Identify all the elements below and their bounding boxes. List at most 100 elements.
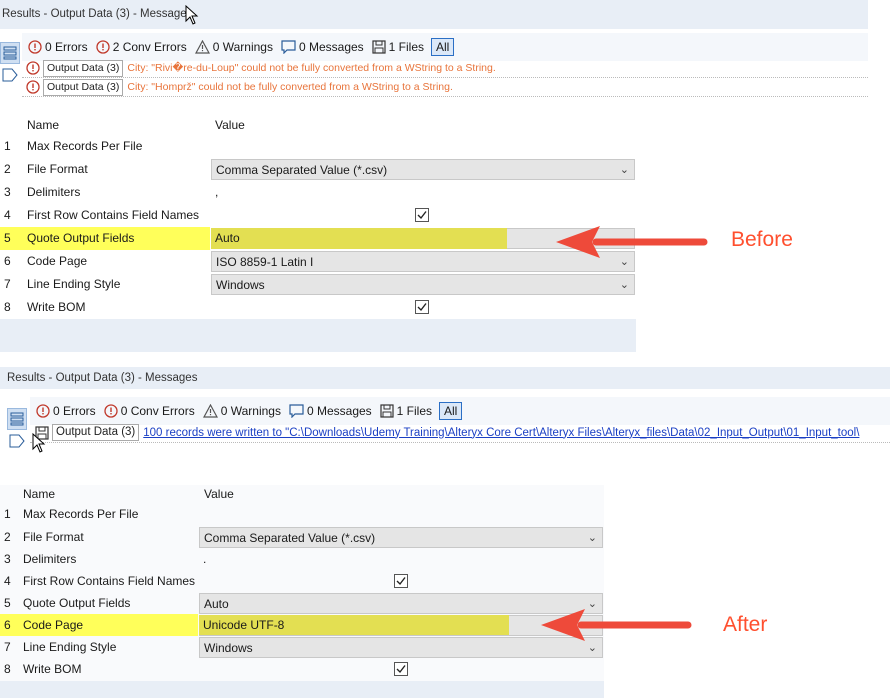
grid-row[interactable]: 1 Max Records Per File [0, 135, 636, 158]
message-row[interactable]: Output Data (3) City: "Rivi�re-du-Loup" … [22, 59, 868, 78]
grid-row[interactable]: 8 Write BOM [0, 658, 604, 680]
checkbox-checked-icon[interactable] [415, 208, 429, 222]
file-format-dropdown[interactable]: Comma Separated Value (*.csv) ⌄ [211, 159, 635, 180]
header-value: Value [204, 487, 234, 501]
files-filter[interactable]: 1 Files [372, 40, 424, 54]
grid-row[interactable]: 2 File Format Comma Separated Value (*.c… [0, 526, 604, 548]
quote-output-value: Auto [215, 231, 240, 245]
grid-row[interactable]: 1 Max Records Per File [0, 503, 604, 525]
conv-errors-filter[interactable]: 2 Conv Errors [96, 40, 187, 54]
messages-filter[interactable]: 0 Messages [281, 40, 364, 54]
checkbox-checked-icon[interactable] [394, 662, 408, 676]
files-filter[interactable]: 1 Files [380, 404, 432, 418]
message-file-link[interactable]: 100 records were written to "C:\Download… [143, 427, 859, 439]
save-file-icon [380, 404, 394, 418]
all-filter-button[interactable]: All [439, 402, 463, 420]
list-view-icon [10, 412, 24, 426]
message-icon [281, 40, 296, 54]
warnings-filter[interactable]: 0 Warnings [194, 40, 273, 54]
error-icon [28, 40, 42, 54]
row-name: File Format [23, 530, 84, 544]
results-title: Results - Output Data (3) - Messages [2, 8, 193, 20]
row-name: Max Records Per File [27, 139, 143, 153]
grid-row[interactable]: 4 First Row Contains Field Names [0, 570, 604, 592]
line-ending-value: Windows [204, 641, 253, 655]
header-value: Value [215, 118, 245, 132]
mouse-cursor-icon [185, 5, 199, 25]
message-tool-name: Output Data (3) [43, 78, 124, 96]
chevron-down-icon: ⌄ [587, 532, 597, 544]
message-row[interactable]: Output Data (3) City: "Homprž" could not… [22, 78, 868, 97]
grid-footer [0, 319, 636, 352]
configuration-view-button[interactable] [7, 430, 27, 452]
all-filter-button[interactable]: All [431, 38, 455, 56]
messages-view-button[interactable] [0, 42, 20, 64]
grid-row[interactable]: 2 File Format Comma Separated Value (*.c… [0, 158, 636, 181]
config-tab-icon [9, 434, 25, 448]
configuration-view-button[interactable] [0, 64, 20, 86]
message-text: City: "Rivi�re-du-Loup" could not be ful… [127, 62, 496, 74]
warnings-label: 0 Warnings [212, 40, 273, 54]
grid-row[interactable]: 5 Quote Output Fields Auto ⌄ [0, 592, 604, 614]
errors-label: 0 Errors [53, 404, 96, 418]
grid-row[interactable]: 7 Line Ending Style Windows ⌄ [0, 636, 604, 658]
row-number: 8 [4, 300, 11, 314]
file-format-dropdown[interactable]: Comma Separated Value (*.csv) ⌄ [199, 527, 603, 548]
conv-errors-label: 0 Conv Errors [120, 404, 195, 418]
grid-row[interactable]: 3 Delimiters . [0, 548, 604, 570]
grid-row[interactable]: 7 Line Ending Style Windows ⌄ [0, 273, 636, 296]
row-name: Line Ending Style [23, 640, 117, 654]
grid-row-highlighted[interactable]: 5 Quote Output Fields Auto [0, 227, 636, 250]
mouse-cursor-icon [32, 433, 46, 453]
side-icon-bar [7, 408, 27, 452]
messages-toolbar-before: 0 Errors 2 Conv Errors 0 Warnings 0 Mess… [22, 33, 868, 61]
error-icon [36, 404, 50, 418]
conv-errors-filter[interactable]: 0 Conv Errors [104, 404, 195, 418]
delimiters-field[interactable]: , [211, 182, 635, 203]
errors-filter[interactable]: 0 Errors [36, 404, 96, 418]
line-ending-value: Windows [216, 278, 265, 292]
messages-view-button[interactable] [7, 408, 27, 430]
row-name: Code Page [23, 618, 84, 632]
message-icon [289, 404, 304, 418]
message-row[interactable]: Output Data (3) 100 records were written… [30, 423, 890, 443]
grid-row-highlighted[interactable]: 6 Code Page Unicode UTF-8 [0, 614, 604, 636]
row-number: 4 [4, 574, 11, 588]
messages-label: 0 Messages [298, 40, 364, 54]
config-grid-after: Name Value 1 Max Records Per File 2 File… [0, 485, 604, 698]
errors-filter[interactable]: 0 Errors [28, 40, 88, 54]
warnings-filter[interactable]: 0 Warnings [202, 404, 281, 418]
row-name: Delimiters [23, 552, 77, 566]
grid-row[interactable]: 8 Write BOM [0, 296, 636, 319]
line-ending-dropdown[interactable]: Windows ⌄ [211, 274, 635, 295]
errors-label: 0 Errors [45, 40, 88, 54]
config-tab-icon [2, 68, 18, 82]
row-number: 1 [4, 507, 11, 521]
row-name: Line Ending Style [27, 277, 121, 291]
delimiters-value: . [203, 552, 207, 566]
code-page-value: ISO 8859-1 Latin I [216, 255, 314, 269]
row-number: 7 [4, 640, 11, 654]
checkbox-checked-icon[interactable] [394, 574, 408, 588]
error-icon [26, 61, 40, 75]
row-number: 2 [4, 530, 11, 544]
row-name: Write BOM [27, 300, 86, 314]
message-text: City: "Homprž" could not be fully conver… [127, 81, 453, 93]
conv-errors-label: 2 Conv Errors [112, 40, 187, 54]
checkbox-checked-icon[interactable] [415, 300, 429, 314]
side-icon-bar [0, 42, 20, 86]
header-name: Name [23, 487, 56, 501]
messages-filter[interactable]: 0 Messages [289, 404, 372, 418]
grid-row[interactable]: 4 First Row Contains Field Names [0, 204, 636, 227]
row-name: Delimiters [27, 185, 81, 199]
conv-error-icon [96, 40, 110, 54]
row-number: 7 [4, 277, 11, 291]
message-tool-name: Output Data (3) [43, 59, 124, 77]
grid-row[interactable]: 6 Code Page ISO 8859-1 Latin I ⌄ [0, 250, 636, 273]
row-number: 8 [4, 662, 11, 676]
grid-row[interactable]: 3 Delimiters , [0, 181, 636, 204]
results-title-bar: Results - Output Data (3) - Messages [0, 0, 868, 29]
highlight-value [211, 228, 507, 249]
arrow-left-icon [541, 609, 692, 641]
delimiters-field[interactable]: . [199, 549, 603, 570]
